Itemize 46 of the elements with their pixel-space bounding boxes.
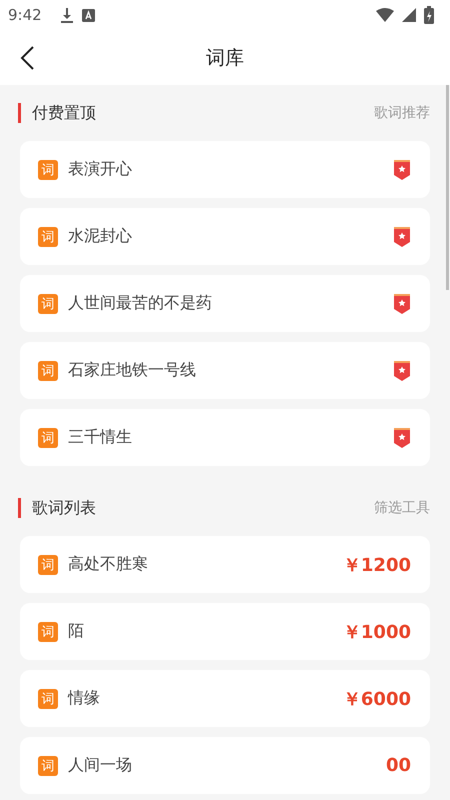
app-icon (82, 8, 95, 22)
lyric-title: 高处不胜寒 (68, 554, 148, 575)
lyric-tag: 词 (38, 226, 58, 246)
lyric-card[interactable]: 词 情缘 ￥6000 (20, 670, 430, 727)
star-badge-icon (393, 428, 411, 448)
section-title: 付费置顶 (18, 103, 374, 123)
lyric-title: 石家庄地铁一号线 (68, 360, 196, 381)
lyric-card[interactable]: 词 高处不胜寒 ￥1200 (20, 536, 430, 593)
lyric-title: 人间一场 (68, 755, 132, 776)
price: ￥1200 (342, 554, 411, 576)
wifi-icon (376, 8, 394, 22)
download-icon (60, 7, 74, 23)
lyric-title: 情缘 (68, 688, 100, 709)
lyric-tag: 词 (38, 688, 58, 708)
lyric-card[interactable]: 词 人世间最苦的不是药 (20, 275, 430, 332)
lyric-tag: 词 (38, 428, 58, 448)
lyric-card[interactable]: 词 陌 ￥1000 (20, 603, 430, 660)
lyric-tag: 词 (38, 360, 58, 380)
price: 00 (386, 755, 411, 776)
lyric-title: 水泥封心 (68, 226, 132, 247)
lyric-tag: 词 (38, 622, 58, 642)
lyric-card[interactable]: 词 三千情生 (20, 409, 430, 466)
status-time: 9:42 (8, 6, 42, 24)
battery-icon (424, 6, 434, 24)
section-title: 歌词列表 (18, 498, 374, 518)
lyric-card[interactable]: 词 人间一场 00 (20, 737, 430, 794)
page-title: 词库 (206, 46, 244, 70)
signal-icon (402, 8, 416, 22)
price: ￥1000 (342, 620, 411, 644)
lyric-card[interactable]: 词 石家庄地铁一号线 (20, 342, 430, 399)
star-badge-icon (393, 226, 411, 246)
lyric-card[interactable]: 词 水泥封心 (20, 208, 430, 265)
lyric-title: 三千情生 (68, 427, 132, 448)
lyric-card[interactable]: 词 表演开心 (20, 141, 430, 198)
lyric-title: 人世间最苦的不是药 (68, 293, 212, 314)
lyric-tag: 词 (38, 554, 58, 574)
lyric-tag: 词 (38, 160, 58, 180)
lyric-title: 陌 (68, 621, 84, 642)
lyric-title: 表演开心 (68, 159, 132, 180)
lyric-tag: 词 (38, 756, 58, 776)
back-icon[interactable] (19, 45, 35, 71)
star-badge-icon (393, 360, 411, 380)
star-badge-icon (393, 294, 411, 314)
lyric-tag: 词 (38, 294, 58, 314)
star-badge-icon (393, 160, 411, 180)
price: ￥6000 (342, 688, 411, 710)
